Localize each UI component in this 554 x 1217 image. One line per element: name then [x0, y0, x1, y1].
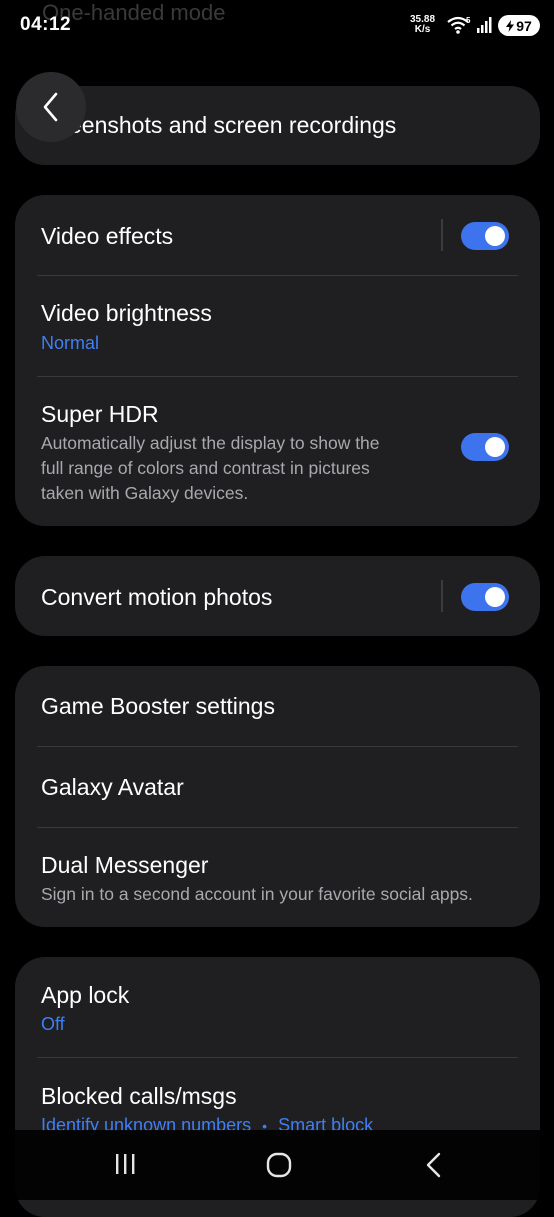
convert-motion-photos-row[interactable]: Convert motion photos	[41, 556, 514, 636]
video-brightness-row[interactable]: Video brightness Normal	[41, 276, 514, 376]
super-hdr-toggle[interactable]	[461, 433, 509, 461]
network-speed-unit: K/s	[414, 24, 431, 35]
wifi-icon: 5	[447, 16, 471, 34]
super-hdr-title: Super HDR	[41, 401, 159, 427]
app-lock-value: Off	[41, 1014, 65, 1034]
motion-photos-card: Convert motion photos	[15, 556, 540, 636]
wifi-badge: 5	[466, 16, 471, 25]
status-time: 04:12	[20, 14, 72, 35]
toggle-knob	[485, 587, 505, 607]
toggle-knob	[485, 226, 505, 246]
super-hdr-desc-line-1: Automatically adjust the display to show…	[41, 433, 380, 453]
blocked-calls-title: Blocked calls/msgs	[41, 1083, 237, 1109]
galaxy-avatar-title: Galaxy Avatar	[41, 774, 184, 800]
status-bar: 04:12 35.88 K/s 5 97	[0, 0, 554, 52]
video-brightness-title: Video brightness	[41, 300, 212, 326]
battery-indicator: 97	[498, 15, 540, 36]
app-lock-row[interactable]: App lock Off	[41, 957, 514, 1057]
galaxy-avatar-row[interactable]: Galaxy Avatar	[41, 747, 514, 827]
video-effects-row[interactable]: Video effects	[41, 195, 514, 275]
toggle-separator	[441, 580, 443, 612]
app-lock-title: App lock	[41, 982, 130, 1008]
game-booster-title: Game Booster settings	[41, 693, 275, 719]
home-icon[interactable]	[266, 1152, 292, 1178]
dual-messenger-row[interactable]: Dual Messenger Sign in to a second accou…	[41, 828, 514, 927]
recents-icon[interactable]	[113, 1152, 137, 1176]
back-button[interactable]	[16, 72, 86, 142]
super-hdr-description: Automatically adjust the display to show…	[41, 431, 431, 506]
super-hdr-desc-line-3: taken with Galaxy devices.	[41, 483, 249, 503]
back-icon[interactable]	[424, 1152, 444, 1178]
video-brightness-value: Normal	[41, 333, 100, 353]
game-booster-row[interactable]: Game Booster settings	[41, 666, 514, 746]
convert-motion-photos-title: Convert motion photos	[41, 584, 273, 610]
super-hdr-desc-line-2: full range of colors and contrast in pic…	[41, 458, 370, 478]
network-speed: 35.88 K/s	[410, 15, 435, 35]
convert-motion-photos-toggle[interactable]	[461, 583, 509, 611]
toggle-knob	[485, 437, 505, 457]
apps-features-card: Game Booster settings Galaxy Avatar Dual…	[15, 666, 540, 927]
toggle-separator	[441, 219, 443, 251]
dual-messenger-description: Sign in to a second account in your favo…	[41, 884, 473, 904]
navigation-bar	[0, 1130, 554, 1200]
battery-level: 97	[516, 17, 532, 34]
dual-messenger-title: Dual Messenger	[41, 852, 209, 878]
video-effects-toggle[interactable]	[461, 222, 509, 250]
header-card[interactable]: eenshots and screen recordings	[15, 86, 540, 165]
charging-icon	[506, 19, 515, 32]
super-hdr-row[interactable]: Super HDR Automatically adjust the displ…	[41, 377, 514, 526]
chevron-left-icon	[43, 92, 58, 122]
video-effects-title: Video effects	[41, 223, 174, 249]
page-title: eenshots and screen recordings	[69, 112, 397, 138]
signal-icon	[477, 17, 492, 33]
display-settings-card: Video effects Video brightness Normal Su…	[15, 195, 540, 526]
